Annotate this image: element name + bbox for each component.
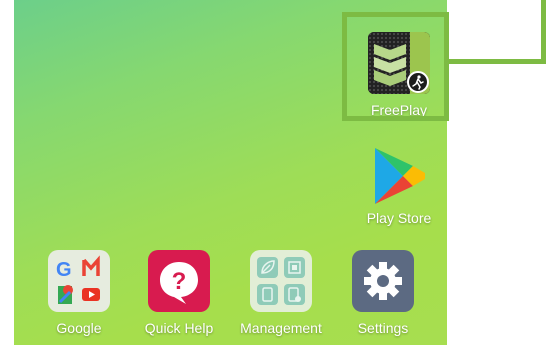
play-store-app[interactable]: Play Store: [367, 140, 431, 230]
svg-text:?: ?: [172, 268, 187, 295]
management-folder-icon: [250, 250, 312, 312]
play-store-icon: [369, 146, 427, 206]
quick-help-label: Quick Help: [144, 320, 214, 336]
settings-icon: [352, 250, 414, 312]
play-store-label: Play Store: [366, 210, 432, 226]
google-label: Google: [56, 320, 102, 336]
svg-text:G: G: [56, 259, 72, 281]
management-label: Management: [240, 320, 322, 336]
callout-line-horizontal: [449, 59, 546, 64]
management-folder[interactable]: Management: [240, 250, 322, 340]
quick-help-icon: ?: [148, 250, 210, 312]
settings-label: Settings: [357, 320, 409, 336]
google-folder[interactable]: G Google: [47, 250, 111, 340]
callout-line-vertical: [541, 0, 546, 64]
google-folder-icon: G: [48, 250, 110, 312]
freeplay-highlight-box: [342, 12, 449, 121]
quick-help-app[interactable]: ? Quick Help: [145, 250, 213, 340]
settings-app[interactable]: Settings: [351, 250, 415, 340]
